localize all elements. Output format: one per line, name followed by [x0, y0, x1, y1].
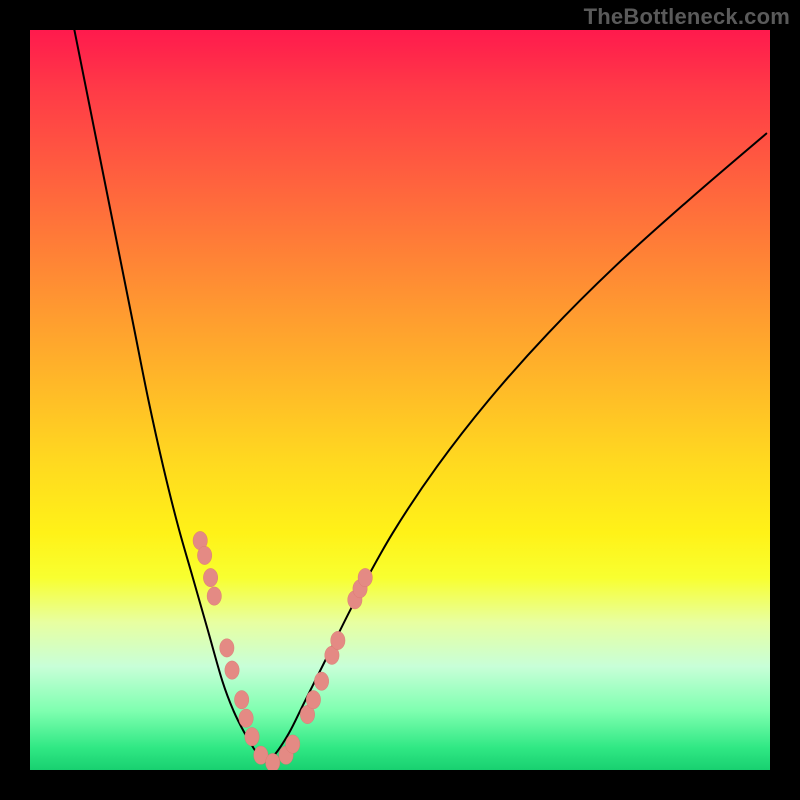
- curve-left: [74, 30, 263, 763]
- marker-point: [234, 691, 248, 709]
- marker-point: [266, 753, 280, 770]
- curve-right: [263, 134, 766, 763]
- marker-point: [245, 728, 259, 746]
- marker-point: [207, 587, 221, 605]
- curve-layer: [30, 30, 770, 770]
- marker-point: [286, 735, 300, 753]
- marker-point: [239, 709, 253, 727]
- marker-point: [220, 639, 234, 657]
- marker-point: [225, 661, 239, 679]
- marker-point: [306, 691, 320, 709]
- watermark-text: TheBottleneck.com: [584, 4, 790, 30]
- marker-point: [314, 672, 328, 690]
- marker-point: [197, 546, 211, 564]
- plot-area: [30, 30, 770, 770]
- chart-frame: TheBottleneck.com: [0, 0, 800, 800]
- marker-group: [193, 531, 372, 770]
- marker-point: [358, 568, 372, 586]
- marker-point: [331, 631, 345, 649]
- marker-point: [203, 568, 217, 586]
